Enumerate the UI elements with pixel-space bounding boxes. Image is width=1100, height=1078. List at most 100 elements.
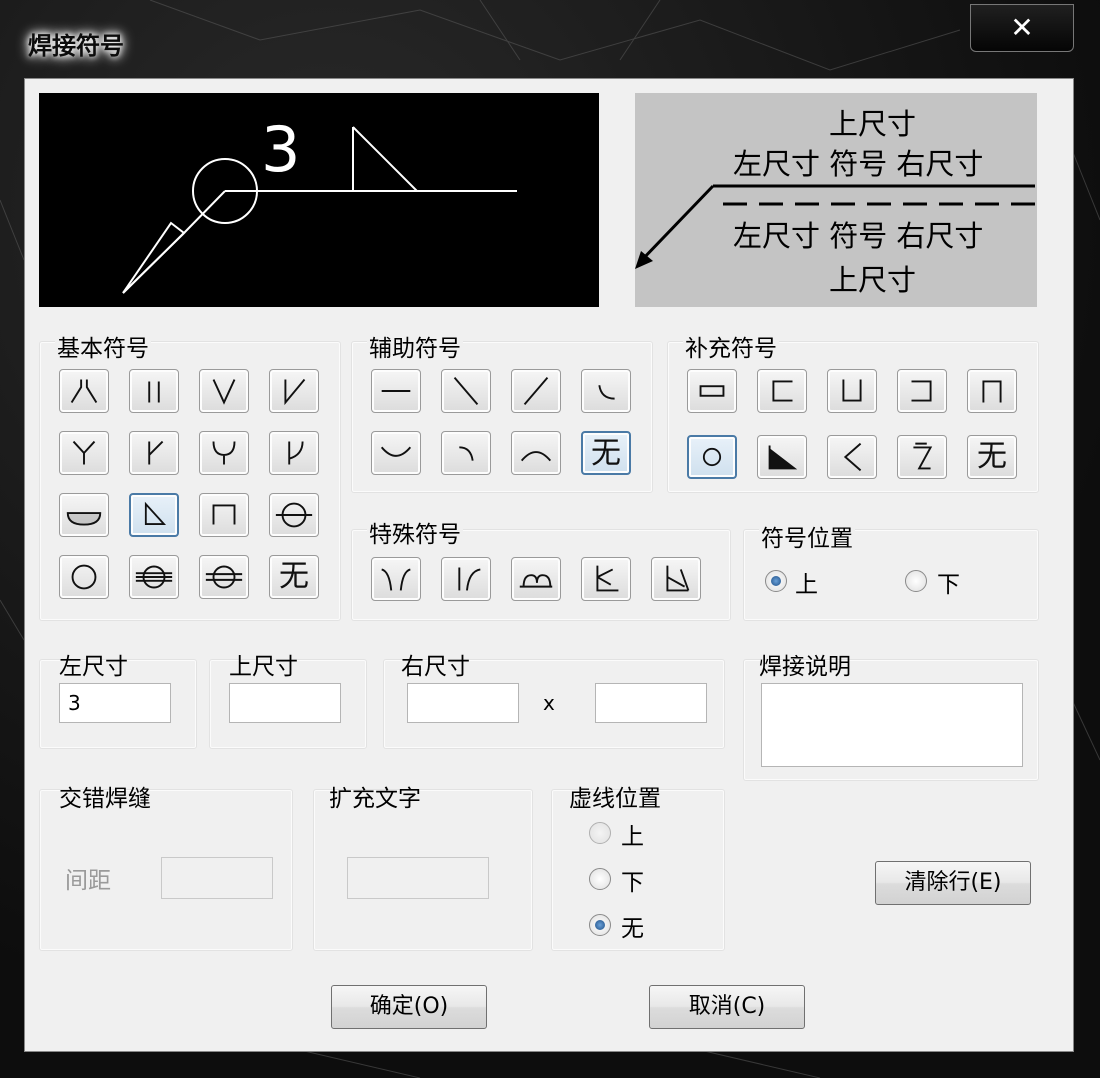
auxiliary-symbol-concave-button[interactable] [371,431,421,475]
slash-icon [523,377,549,405]
auxiliary-symbol-hook-button[interactable] [441,431,491,475]
clear-row-button[interactable]: 清除行(E) [875,861,1031,905]
basic-symbol-spot-weld-button[interactable] [269,493,319,537]
basic-symbol-backing-run-button[interactable] [59,493,109,537]
left-dim-label: 左尺寸 [59,654,128,680]
none-label: 无 [591,436,621,471]
curve-corner-icon [598,385,615,400]
symbol-position-down-radio[interactable] [905,570,927,592]
right-dim-label: 右尺寸 [401,654,470,680]
spot-weld-icon [275,502,313,528]
convex-icon [520,451,552,462]
supplementary-symbol-three-side-top-button[interactable] [967,369,1017,413]
square-butt-icon [148,381,160,403]
basic-symbol-fillet-button[interactable] [129,493,179,537]
dash-position-down-label: 下 [621,870,644,896]
dash-position-label: 虚线位置 [569,786,661,812]
supplementary-symbol-z-button[interactable] [897,435,947,479]
concave-icon [380,446,412,457]
three-side-left-icon [772,380,793,402]
basic-symbols-label: 基本符号 [55,329,151,363]
special-symbol-flare-v-button[interactable] [371,557,421,601]
dash-position-up-label: 上 [621,824,644,850]
cancel-button[interactable]: 取消(C) [649,985,805,1029]
three-side-top-icon [982,380,1002,403]
basic-symbol-v-groove-button[interactable] [199,369,249,413]
special-symbols-label: 特殊符号 [367,515,463,549]
top-dim-input[interactable] [229,683,341,723]
right-dim-input-2[interactable] [595,683,707,723]
z-icon [913,442,933,470]
preview-dimension: 3 [261,113,300,186]
ok-button[interactable]: 确定(O) [331,985,487,1029]
basic-symbol-single-bevel-button[interactable] [269,369,319,413]
auxiliary-symbol-curve-corner-button[interactable] [581,369,631,413]
preview-fillet-symbol [352,126,420,192]
dash-position-none-radio[interactable] [589,914,611,936]
basic-symbol-y-groove-button[interactable] [59,431,109,475]
basic-symbol-j-groove-button[interactable] [269,431,319,475]
flat-icon [381,390,411,392]
supplementary-symbol-three-side-right-button[interactable] [897,369,947,413]
symbol-position-label: 符号位置 [759,519,855,553]
auxiliary-symbol-slash-button[interactable] [511,369,561,413]
special-symbol-flare-bevel-button[interactable] [441,557,491,601]
preview-leader-line [183,190,226,234]
flare-v-icon [381,568,411,591]
close-button[interactable]: ✕ [970,4,1074,52]
extra-text-input[interactable] [347,857,489,899]
symbol-position-up-radio[interactable] [765,570,787,592]
single-bevel-y-icon [148,440,164,465]
supplementary-symbol-three-side-bottom-button[interactable] [827,369,877,413]
supplementary-symbol-flag-button[interactable] [757,435,807,479]
special-symbol-k-joint-button[interactable] [581,557,631,601]
bevel-pair-icon [70,379,98,403]
weld-note-input[interactable] [761,683,1023,767]
single-bevel-icon [284,378,306,406]
supplementary-symbol-three-side-left-button[interactable] [757,369,807,413]
k-joint-icon [596,565,619,592]
basic-symbol-none-button[interactable]: 无 [269,555,319,599]
three-side-bottom-icon [842,379,862,402]
special-symbol-special-joint-button[interactable] [651,557,701,601]
surfacing-icon [135,565,173,589]
fillet-icon [144,501,167,525]
supplementary-symbol-none-button[interactable]: 无 [967,435,1017,479]
auxiliary-symbol-flat-button[interactable] [371,369,421,413]
legend-bottom-line2: 上尺寸 [829,263,917,297]
auxiliary-symbol-backslash-button[interactable] [441,369,491,413]
special-symbol-edge-flange-button[interactable] [511,557,561,601]
staggered-spacing-input[interactable] [161,857,273,899]
seam-circle-icon [71,564,97,590]
basic-symbol-seam-circle-button[interactable] [59,555,109,599]
basic-symbol-u-groove-button[interactable] [199,431,249,475]
u-groove-icon [212,441,236,465]
symbol-position-up-label: 上 [795,572,818,598]
auxiliary-symbol-convex-button[interactable] [511,431,561,475]
basic-symbol-bevel-pair-button[interactable] [59,369,109,413]
none-label: 无 [977,439,1007,474]
right-dim-input-1[interactable] [407,683,519,723]
weld-preview: 3 [39,93,599,307]
dash-position-none-label: 无 [621,916,644,942]
backing-run-icon [66,512,102,526]
supplementary-symbol-rectangle-button[interactable] [687,369,737,413]
auxiliary-symbol-none-button[interactable]: 无 [581,431,631,475]
extra-text-label: 扩充文字 [329,786,421,812]
supplementary-symbol-circle-button[interactable] [687,435,737,479]
dash-position-up-radio[interactable] [589,822,611,844]
circle-icon [702,447,722,467]
flag-icon [768,445,798,470]
preview-arrow [122,221,186,294]
basic-symbol-single-bevel-y-button[interactable] [129,431,179,475]
dash-position-down-radio[interactable] [589,868,611,890]
plug-weld-icon [212,504,236,525]
basic-symbol-square-butt-button[interactable] [129,369,179,413]
none-label: 无 [279,559,309,594]
basic-symbol-surfacing-button[interactable] [129,555,179,599]
basic-symbol-plug-weld-button[interactable] [199,493,249,537]
supplementary-symbol-angle-button[interactable] [827,435,877,479]
position-legend: 上尺寸 左尺寸 符号 右尺寸 左尺寸 符号 右尺寸 上尺寸 [635,93,1037,307]
basic-symbol-edge-seam-button[interactable] [199,555,249,599]
left-dim-input[interactable]: 3 [59,683,171,723]
